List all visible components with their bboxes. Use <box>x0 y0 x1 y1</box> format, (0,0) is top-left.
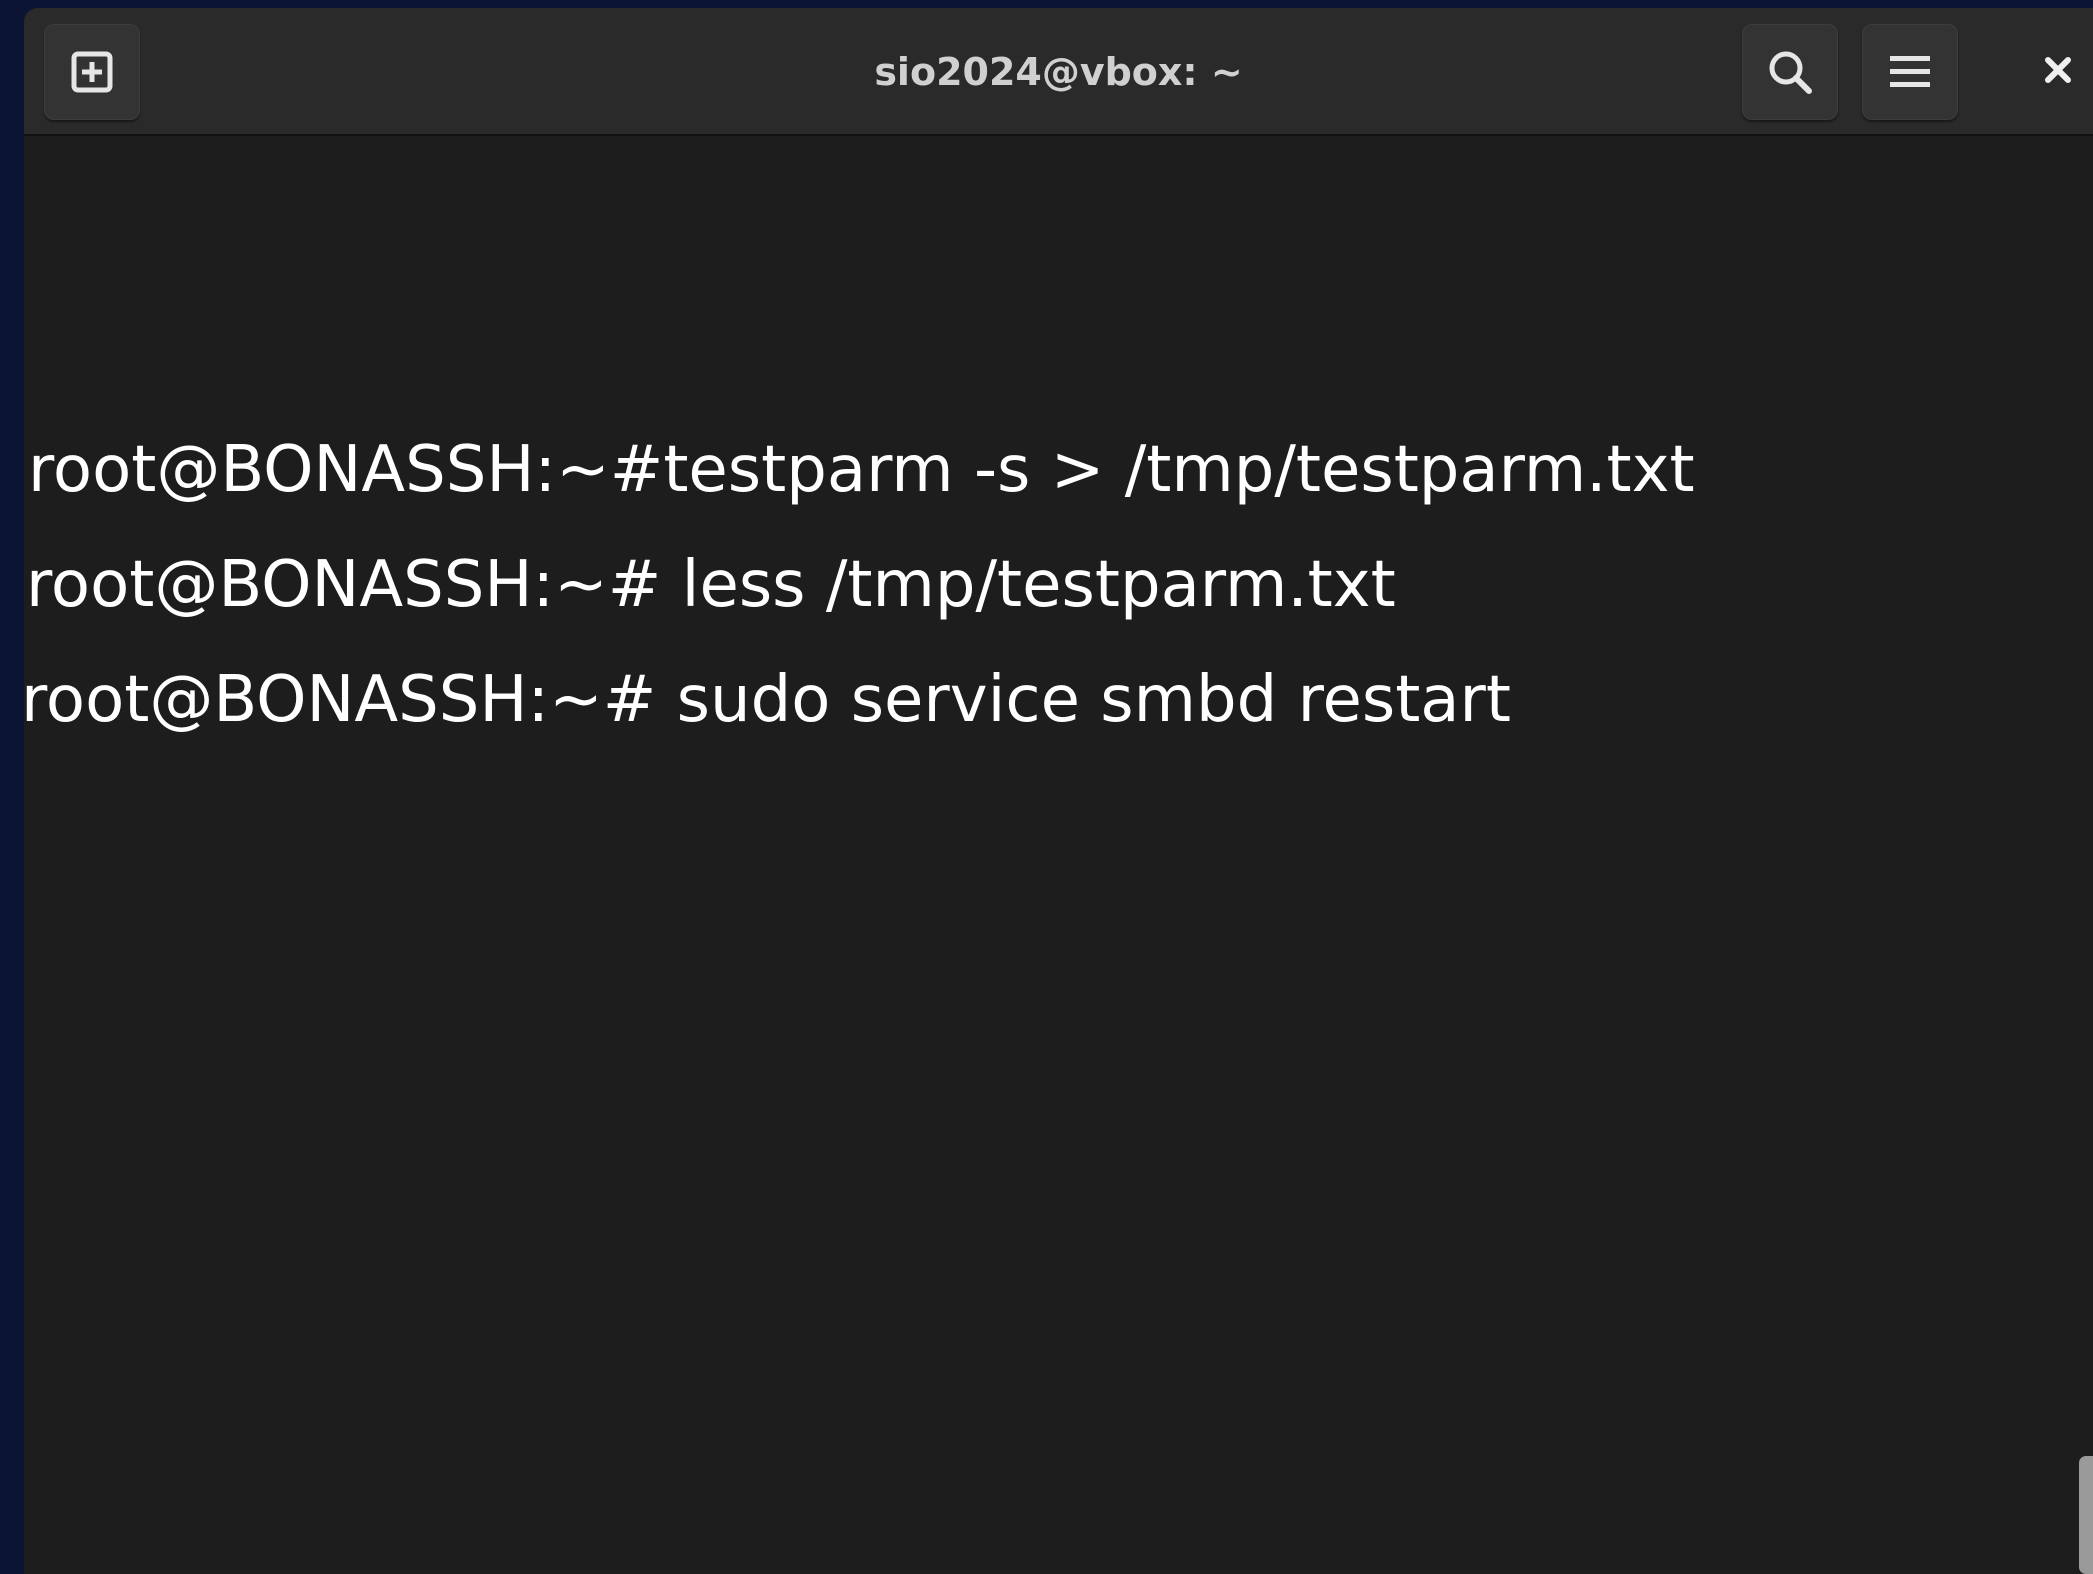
new-tab-icon <box>70 50 114 94</box>
terminal-line: root@BONASSH:~#testparm -s > /tmp/testpa… <box>28 433 1695 507</box>
terminal-window: sio2024@vbox: ~ root@BONASSH:~#testparm … <box>24 8 2093 1574</box>
hamburger-menu-icon <box>1888 52 1932 92</box>
search-icon <box>1766 48 1814 96</box>
scrollbar-thumb[interactable] <box>2079 1456 2093 1574</box>
new-tab-button[interactable] <box>44 24 140 120</box>
terminal-line: root@BONASSH:~# sudo service smbd restar… <box>24 663 1511 737</box>
close-icon <box>2044 56 2072 88</box>
search-button[interactable] <box>1742 24 1838 120</box>
menu-button[interactable] <box>1862 24 1958 120</box>
terminal-output[interactable]: root@BONASSH:~#testparm -s > /tmp/testpa… <box>24 136 2093 1574</box>
terminal-line: root@BONASSH:~# less /tmp/testparm.txt <box>26 548 1396 622</box>
close-button[interactable] <box>2020 34 2093 110</box>
headerbar: sio2024@vbox: ~ <box>24 8 2093 136</box>
